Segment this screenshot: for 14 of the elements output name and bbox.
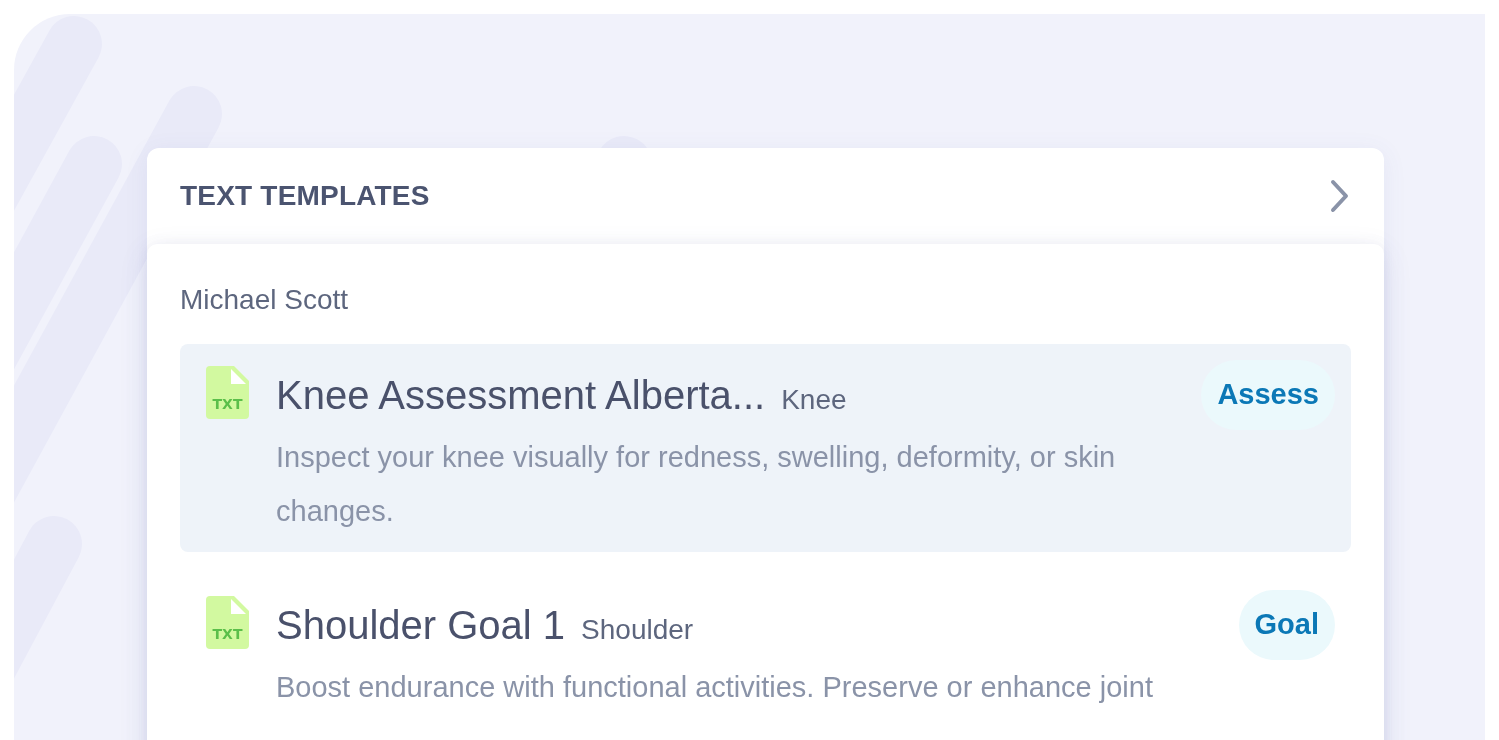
template-tag: Assess xyxy=(1201,360,1335,430)
body-part-label: Shoulder xyxy=(581,613,694,647)
template-description: Inspect your knee visually for redness, swelling, deformity, or skin changes. xyxy=(276,440,1117,529)
template-title: Knee Assessment Alberta... xyxy=(276,372,766,419)
template-title: Shoulder Goal 1 xyxy=(276,602,566,649)
template-description: Boost endurance with functional activities. Preserve or enhance joint xyxy=(276,670,1154,705)
text-file-icon: TXT xyxy=(206,366,249,419)
body-part-label: Knee xyxy=(781,383,847,417)
template-item[interactable]: TXT Knee Assessment Alberta... Knee Assess Inspect your knee visually for redness, swelling, deformity, or skin changes. xyxy=(180,344,1351,552)
template-tag: Goal xyxy=(1238,590,1335,660)
panel-title: TEXT TEMPLATES xyxy=(180,179,430,213)
text-file-icon: TXT xyxy=(206,596,249,649)
chevron-right-icon[interactable] xyxy=(1329,179,1351,213)
owner-name: Michael Scott xyxy=(180,283,350,317)
